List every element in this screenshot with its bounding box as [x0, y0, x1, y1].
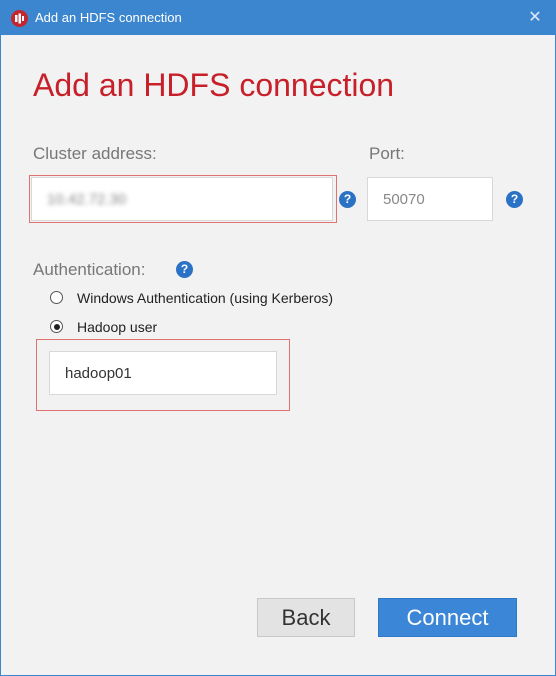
port-value: 50070: [383, 191, 425, 208]
window-title: Add an HDFS connection: [35, 10, 182, 25]
authentication-label: Authentication:: [33, 260, 146, 279]
app-logo-icon: [11, 10, 28, 27]
radio-button-selected[interactable]: [50, 320, 63, 333]
dialog-window: Add an HDFS connection ✕ Add an HDFS con…: [0, 0, 556, 676]
connect-button[interactable]: Connect: [378, 598, 517, 637]
radio-button[interactable]: [50, 291, 63, 304]
hadoop-user-input[interactable]: hadoop01: [49, 351, 277, 395]
radio-hadoop-user-label: Hadoop user: [77, 319, 158, 335]
port-help-icon[interactable]: ?: [506, 191, 523, 208]
close-icon[interactable]: ✕: [515, 1, 555, 35]
hadoop-user-value: hadoop01: [65, 365, 132, 382]
cluster-address-highlight: [29, 175, 337, 223]
port-label: Port:: [369, 144, 405, 163]
authentication-help-icon[interactable]: ?: [176, 261, 193, 278]
back-button[interactable]: Back: [257, 598, 355, 637]
cluster-address-label: Cluster address:: [33, 144, 157, 163]
cluster-help-icon[interactable]: ?: [339, 191, 356, 208]
port-input[interactable]: 50070: [367, 177, 493, 221]
page-title: Add an HDFS connection: [33, 67, 395, 103]
title-bar[interactable]: Add an HDFS connection ✕: [1, 1, 555, 35]
radio-windows-auth-label: Windows Authentication (using Kerberos): [77, 290, 334, 306]
